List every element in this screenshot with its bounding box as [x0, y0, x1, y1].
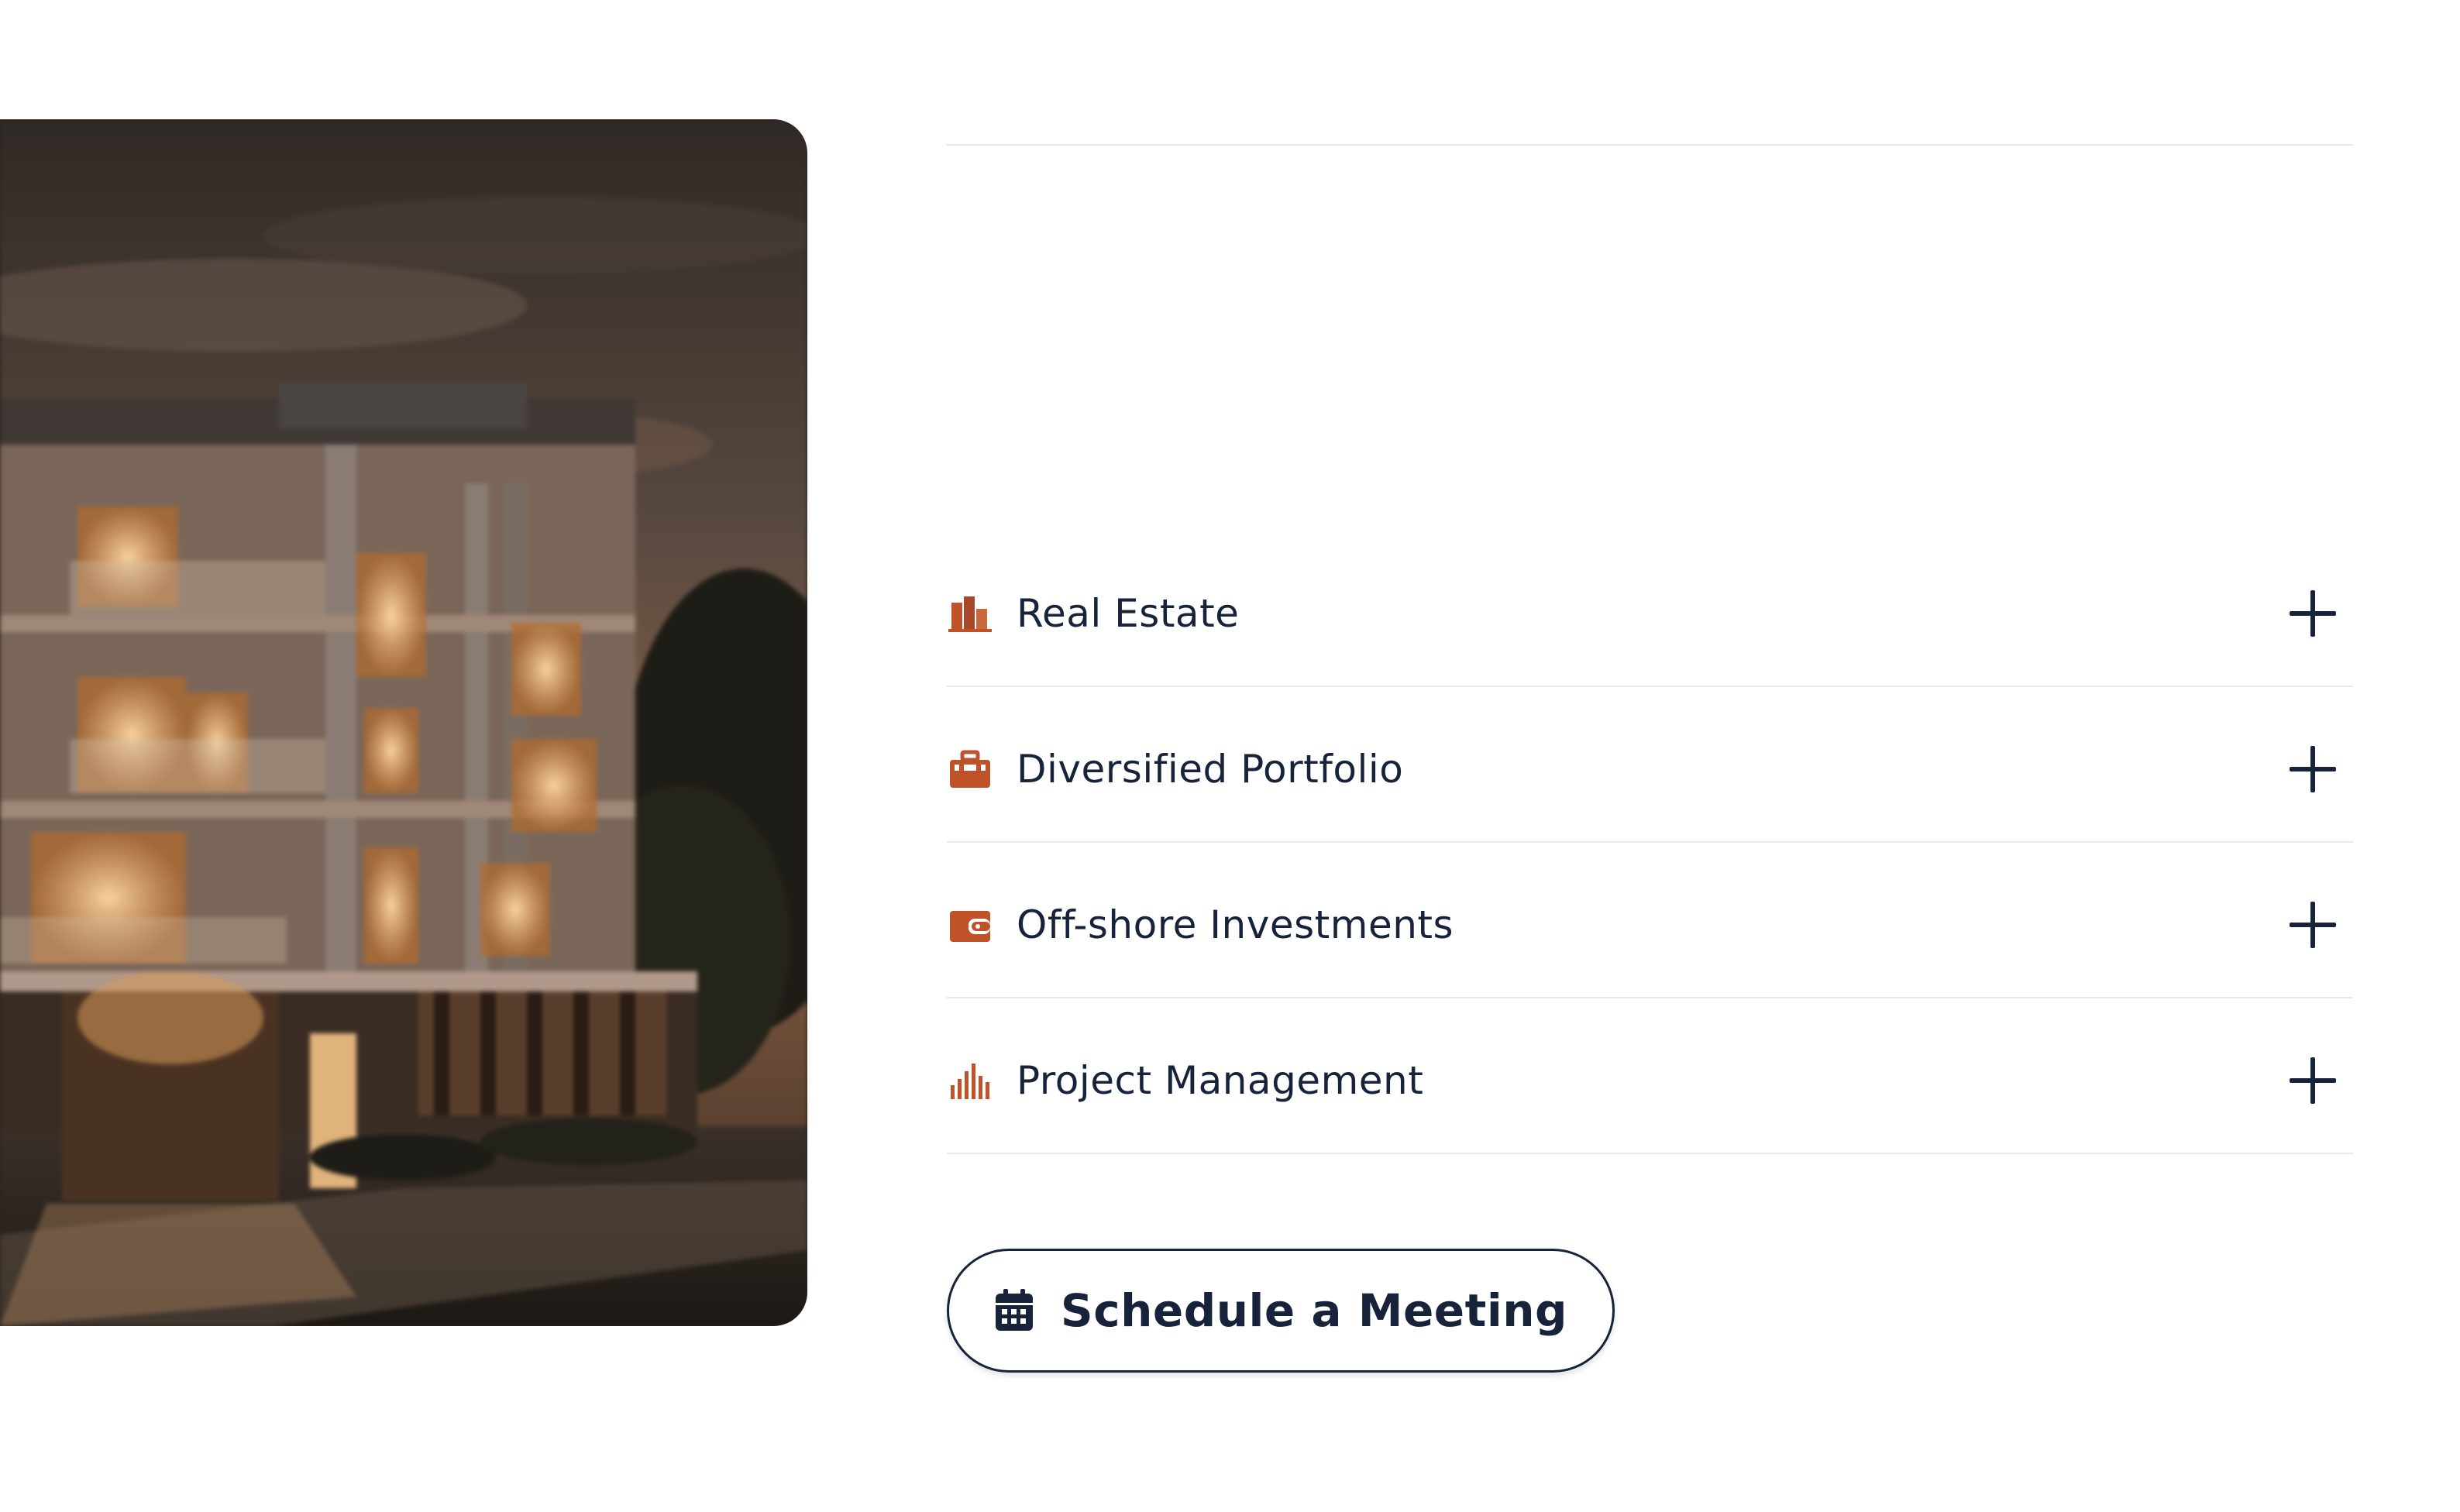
plus-icon[interactable]	[2290, 589, 2336, 637]
schedule-meeting-button[interactable]: Schedule a Meeting	[947, 1249, 1615, 1373]
accordion-item-project-management[interactable]: Project Management	[947, 998, 2353, 1154]
accordion-item-label: Real Estate	[1017, 590, 1240, 636]
services-panel: Real Estate Diversified Portfolio Off-sh…	[947, 144, 2353, 1154]
accordion-item-label: Diversified Portfolio	[1017, 746, 1404, 792]
accordion-item-real-estate[interactable]: Real Estate	[947, 531, 2353, 687]
accordion-item-label: Off-shore Investments	[1017, 902, 1454, 947]
plus-icon[interactable]	[2290, 901, 2336, 948]
buildings-icon	[947, 590, 993, 637]
building-photo-illustration	[0, 119, 807, 1326]
divider	[947, 144, 2353, 146]
calendar-icon	[994, 1289, 1034, 1332]
accordion-item-label: Project Management	[1017, 1057, 1424, 1103]
schedule-meeting-label: Schedule a Meeting	[1060, 1284, 1568, 1337]
plus-icon[interactable]	[2290, 745, 2336, 792]
wallet-icon	[947, 902, 993, 948]
accordion-item-diversified-portfolio[interactable]: Diversified Portfolio	[947, 687, 2353, 843]
plus-icon[interactable]	[2290, 1057, 2336, 1104]
bar-chart-icon	[947, 1057, 993, 1104]
building-photo	[0, 119, 807, 1326]
briefcase-icon	[947, 746, 993, 792]
services-accordion: Real Estate Diversified Portfolio Off-sh…	[947, 531, 2353, 1154]
accordion-item-off-shore-investments[interactable]: Off-shore Investments	[947, 843, 2353, 998]
